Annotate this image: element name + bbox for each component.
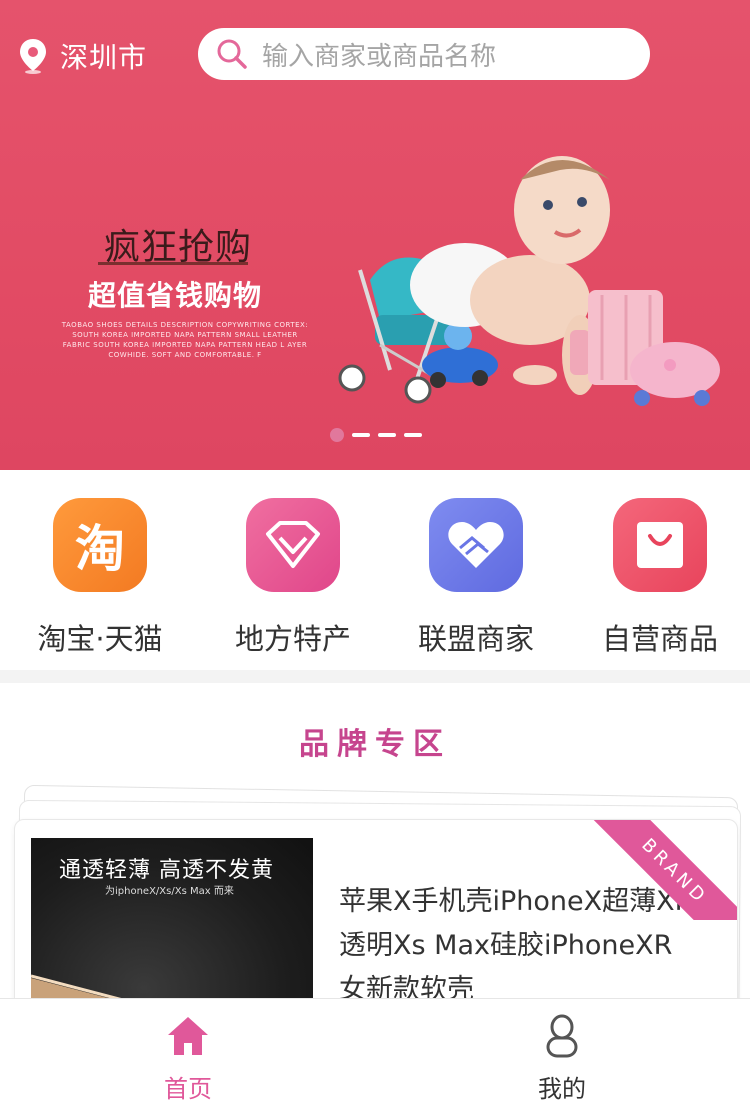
tab-mine[interactable]: 我的 [502, 1013, 622, 1104]
category-label: 联盟商家 [417, 622, 534, 656]
taobao-icon: 淘 [53, 498, 147, 592]
tab-label: 首页 [164, 1075, 212, 1103]
tab-home[interactable]: 首页 [128, 1013, 248, 1104]
search-icon [217, 39, 247, 69]
carousel-dot[interactable] [378, 433, 396, 437]
category-taobao[interactable]: 淘 淘宝·天猫 [10, 498, 190, 658]
carousel-dot-active[interactable] [330, 428, 344, 442]
shopping-bag-icon [613, 498, 707, 592]
location-selector[interactable]: 深圳市 [18, 36, 147, 76]
category-alliance-merchants[interactable]: 联盟商家 [386, 498, 566, 658]
ride-on-toy-image [630, 342, 720, 406]
user-icon [546, 1014, 578, 1058]
category-self-operated[interactable]: 自营商品 [570, 498, 750, 658]
search-placeholder: 输入商家或商品名称 [262, 41, 497, 72]
promo-banner[interactable]: 深圳市 输入商家或商品名称 疯狂抢购 超值省钱购物 TAOBAO SHOES D… [0, 0, 750, 470]
carousel-dot[interactable] [352, 433, 370, 437]
promo-fine-print: TAOBAO SHOES DETAILS DESCRIPTION COPYWRI… [61, 321, 309, 359]
bottle-image [570, 330, 590, 375]
brand-ribbon: BRAND [587, 820, 737, 920]
brand-section: 品牌专区 通透轻薄 高透不发黄 为iphoneX/Xs/Xs Max 而来 苹果… [0, 683, 750, 1081]
category-label: 自营商品 [601, 622, 718, 656]
brand-section-title: 品牌专区 [299, 727, 451, 762]
category-label: 淘宝·天猫 [37, 622, 163, 656]
heart-handshake-icon [429, 498, 523, 592]
category-local-specialty[interactable]: 地方特产 [203, 498, 383, 658]
shopping-bag-glyph [637, 522, 683, 568]
taobao-glyph: 淘 [75, 520, 125, 578]
brand-ribbon-label: BRAND [587, 820, 737, 920]
carousel-dot[interactable] [404, 433, 422, 437]
bottom-tab-bar: 首页 我的 [0, 998, 750, 1114]
promo-title-underline [98, 262, 248, 265]
home-icon [168, 1017, 208, 1055]
search-input[interactable]: 输入商家或商品名称 [198, 28, 650, 80]
diamond-icon [246, 498, 340, 592]
city-label: 深圳市 [60, 41, 148, 74]
location-pin-icon [20, 39, 46, 74]
category-label: 地方特产 [234, 622, 351, 656]
category-grid: 淘 淘宝·天猫 地方特产 联盟商家 自营商品 [0, 470, 750, 670]
carousel-indicator[interactable] [330, 428, 422, 442]
tab-label: 我的 [538, 1075, 586, 1103]
banner-illustration [338, 156, 720, 406]
product-image-headline: 通透轻薄 高透不发黄 [59, 858, 274, 883]
diamond-glyph [266, 521, 320, 568]
heart-handshake-glyph [448, 522, 504, 568]
product-image-subline: 为iphoneX/Xs/Xs Max 而来 [105, 886, 234, 897]
promo-subtitle: 超值省钱购物 [88, 279, 263, 312]
